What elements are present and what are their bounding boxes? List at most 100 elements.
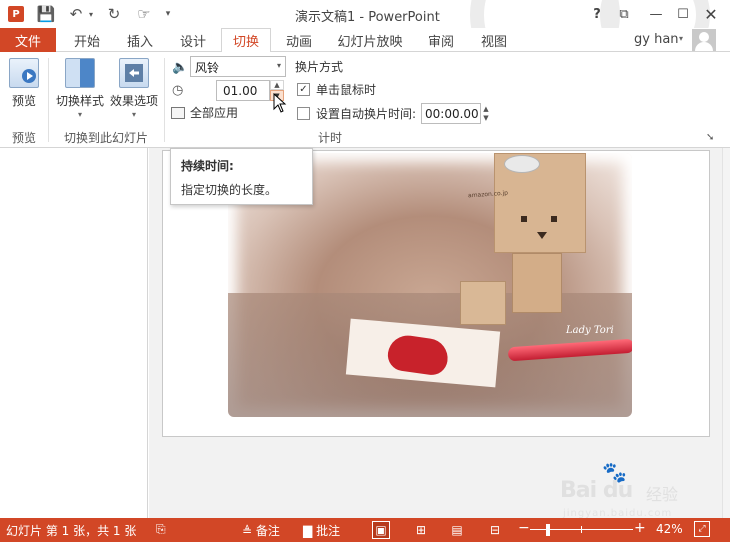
cursor-arrow-icon bbox=[273, 92, 287, 113]
effect-options-label: 效果选项 bbox=[109, 94, 158, 108]
slide-show-view-icon[interactable]: ⊟ bbox=[486, 521, 504, 539]
touch-mode-icon[interactable]: ☞ bbox=[134, 3, 154, 25]
maximize-icon[interactable]: ☐ bbox=[672, 3, 694, 25]
transition-style-label: 切换样式 bbox=[55, 94, 104, 108]
sound-icon: 🔈 bbox=[172, 60, 189, 75]
apply-all-label: 全部应用 bbox=[190, 106, 239, 120]
tab-insert[interactable]: 插入 bbox=[114, 28, 166, 52]
zoom-slider-thumb[interactable] bbox=[546, 524, 550, 536]
normal-view-icon[interactable]: ▣ bbox=[372, 521, 390, 539]
preview-icon bbox=[9, 58, 39, 88]
zoom-in-button[interactable]: + bbox=[634, 520, 646, 536]
transition-style-button[interactable]: 切换样式 ▾ bbox=[54, 58, 106, 119]
powerpoint-logo: P bbox=[8, 6, 24, 22]
spin-up-icon[interactable]: ▲ bbox=[483, 105, 488, 114]
spin-down-icon[interactable]: ▼ bbox=[483, 114, 488, 123]
title-bar: P 💾 ↶ ▾ ↻ ☞ ▾ 演示文稿1 - PowerPoint ? ⧉ — ☐… bbox=[0, 0, 730, 90]
notes-button[interactable]: ≜ 备注 bbox=[242, 522, 280, 539]
zoom-level[interactable]: 42% bbox=[656, 522, 683, 536]
undo-dropdown-icon[interactable]: ▾ bbox=[86, 3, 96, 25]
on-mouse-click-label: 单击鼠标时 bbox=[316, 83, 377, 97]
photo-mouth bbox=[537, 232, 547, 239]
auto-advance-option[interactable]: 设置自动换片时间: bbox=[297, 105, 416, 122]
zoom-slider-center-mark bbox=[581, 526, 582, 533]
ribbon-panel: 预览 预览 切换样式 ▾ 效果选项 ▾ 切换到此幻灯片 bbox=[0, 52, 730, 148]
photo-box-torso bbox=[512, 253, 562, 313]
comments-button[interactable]: ▇ 批注 bbox=[303, 522, 340, 539]
arrow-left-icon bbox=[125, 64, 143, 82]
auto-advance-label: 设置自动换片时间: bbox=[316, 107, 417, 121]
sound-select[interactable]: 风铃 ▾ bbox=[190, 56, 286, 77]
tooltip-title: 持续时间: bbox=[181, 159, 234, 173]
save-icon[interactable]: 💾 bbox=[36, 3, 56, 25]
apply-to-all-button[interactable]: 全部应用 bbox=[171, 104, 238, 121]
ribbon-display-options-icon[interactable]: ⧉ bbox=[613, 3, 635, 25]
clock-icon: ◷ bbox=[172, 83, 184, 98]
duration-input[interactable]: 01.00 bbox=[216, 80, 270, 101]
advance-slide-title: 换片方式 bbox=[295, 60, 344, 74]
redo-icon[interactable]: ↻ bbox=[104, 3, 124, 25]
tab-design[interactable]: 设计 bbox=[166, 28, 220, 52]
photo-eye bbox=[551, 216, 557, 222]
tab-transitions[interactable]: 切换 bbox=[221, 28, 271, 53]
avatar[interactable] bbox=[692, 29, 716, 51]
pin-ribbon-icon[interactable]: ➘ bbox=[706, 132, 714, 143]
tab-file[interactable]: 文件 bbox=[0, 28, 56, 52]
tooltip-description: 指定切换的长度。 bbox=[181, 183, 278, 197]
preview-play-icon bbox=[22, 69, 36, 83]
advance-time-input[interactable]: 00:00.00 bbox=[421, 103, 481, 124]
group-label-transition: 切换到此幻灯片 bbox=[64, 131, 149, 145]
sound-value: 风铃 bbox=[195, 61, 220, 75]
user-name[interactable]: gy han bbox=[634, 32, 679, 47]
group-divider bbox=[48, 58, 49, 142]
avatar-head bbox=[699, 32, 709, 42]
user-dropdown-icon[interactable]: ▾ bbox=[679, 34, 683, 43]
preview-button[interactable]: 预览 bbox=[6, 58, 42, 109]
tab-view[interactable]: 视图 bbox=[468, 28, 520, 52]
tab-review[interactable]: 审阅 bbox=[414, 28, 468, 52]
tab-slide-show[interactable]: 幻灯片放映 bbox=[328, 28, 412, 52]
dropdown-arrow-icon: ▾ bbox=[131, 110, 136, 119]
mouse-cursor-icon bbox=[273, 92, 287, 118]
group-divider bbox=[164, 58, 165, 142]
reading-view-icon[interactable]: ▤ bbox=[448, 521, 466, 539]
dropdown-arrow-icon: ▾ bbox=[77, 110, 82, 119]
fit-to-window-icon[interactable]: ⤢ bbox=[694, 521, 710, 537]
zoom-out-button[interactable]: − bbox=[518, 520, 530, 536]
photo-signature: Lady Tori bbox=[566, 325, 614, 336]
undo-icon[interactable]: ↶ bbox=[66, 3, 86, 25]
tab-animations[interactable]: 动画 bbox=[273, 28, 325, 52]
duration-increase-button[interactable]: ▲ bbox=[270, 80, 284, 90]
slide-thumbnail-pane[interactable] bbox=[0, 148, 148, 518]
avatar-body bbox=[695, 42, 713, 51]
apply-all-icon bbox=[171, 106, 185, 119]
status-bar: 幻灯片 第 1 张，共 1 张 ⎘ ≜ 备注 ▇ 批注 ▣ ⊞ ▤ ⊟ − + … bbox=[0, 518, 730, 542]
group-label-timing: 计时 bbox=[318, 131, 343, 145]
group-label-preview: 预览 bbox=[12, 131, 37, 145]
powerpoint-app-icon[interactable]: P bbox=[6, 3, 26, 25]
ribbon-tabs: 文件 开始 插入 设计 切换 动画 幻灯片放映 审阅 视图 gy han ▾ bbox=[0, 28, 730, 53]
paw-icon: 🐾 bbox=[602, 460, 627, 484]
tab-home[interactable]: 开始 bbox=[60, 28, 114, 52]
on-mouse-click-checkbox[interactable]: ✓ bbox=[297, 83, 310, 96]
baidu-watermark-logo: Bai du 🐾 bbox=[560, 460, 633, 503]
close-icon[interactable]: ✕ bbox=[700, 3, 722, 25]
slide-sorter-view-icon[interactable]: ⊞ bbox=[412, 521, 430, 539]
advance-time-spinner[interactable]: ▲ ▼ bbox=[480, 103, 492, 124]
window-title: 演示文稿1 - PowerPoint bbox=[295, 10, 440, 25]
effect-options-button[interactable]: 效果选项 ▾ bbox=[108, 58, 160, 119]
spelling-check-icon[interactable]: ⎘ bbox=[156, 522, 166, 537]
auto-advance-checkbox[interactable] bbox=[297, 107, 310, 120]
minimize-icon[interactable]: — bbox=[645, 3, 667, 25]
help-icon[interactable]: ? bbox=[586, 3, 608, 25]
chevron-down-icon: ▾ bbox=[276, 61, 281, 70]
slide-count-status[interactable]: 幻灯片 第 1 张，共 1 张 bbox=[6, 522, 136, 539]
vertical-scrollbar[interactable] bbox=[722, 148, 730, 518]
preview-label: 预览 bbox=[11, 94, 36, 108]
customize-qat-icon[interactable]: ▾ bbox=[162, 3, 174, 25]
comments-label: 批注 bbox=[316, 524, 341, 538]
photo-hat bbox=[504, 155, 540, 173]
duration-tooltip: 持续时间: 指定切换的长度。 bbox=[170, 148, 313, 205]
on-mouse-click-option[interactable]: ✓ 单击鼠标时 bbox=[297, 81, 376, 98]
transition-style-icon bbox=[65, 58, 95, 88]
